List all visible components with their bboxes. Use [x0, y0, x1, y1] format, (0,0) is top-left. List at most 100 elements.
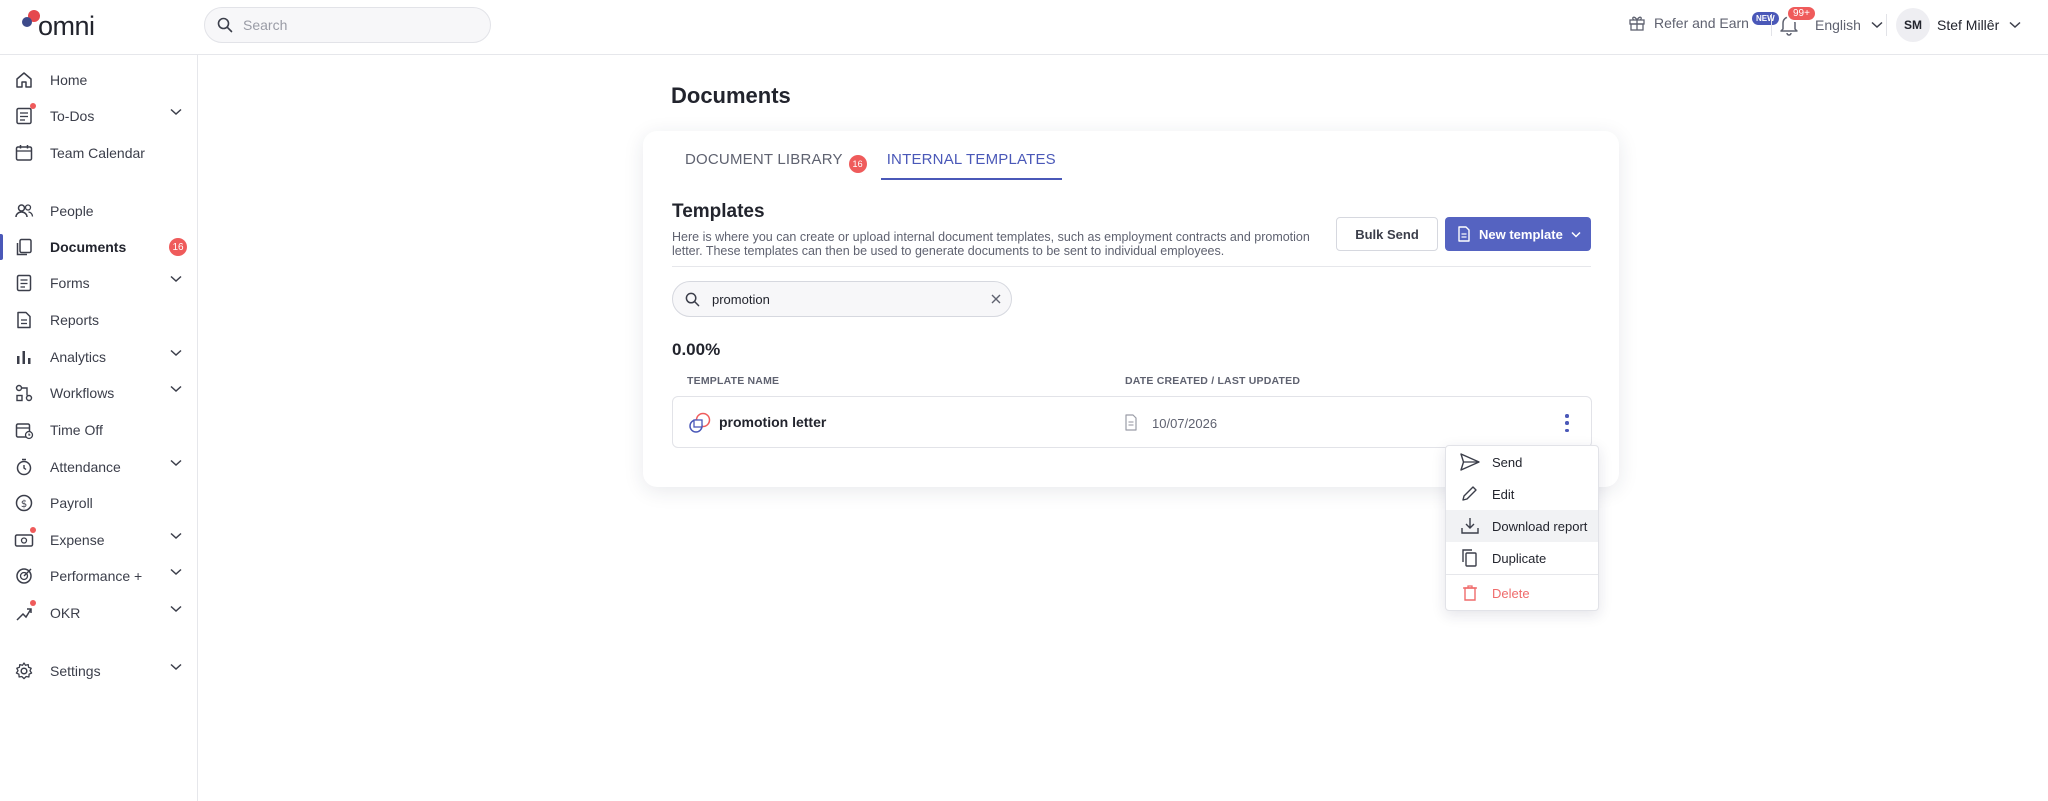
sidebar-item-label: OKR [50, 605, 81, 621]
sidebar-item-documents[interactable]: Documents 16 [0, 232, 197, 262]
logo-text: omni [38, 10, 95, 41]
divider [672, 266, 1591, 267]
chevron-down-icon [1871, 21, 1883, 29]
section-description: Here is where you can create or upload i… [672, 230, 1310, 258]
chevron-down-icon[interactable] [170, 385, 182, 393]
menu-item-edit[interactable]: Edit [1446, 478, 1598, 510]
menu-item-delete[interactable]: Delete [1446, 577, 1598, 609]
sidebar-item-label: Analytics [50, 349, 107, 365]
notification-count-badge: 99+ [1786, 5, 1817, 22]
sidebar-item-team-calendar[interactable]: Team Calendar [0, 138, 197, 168]
sidebar-item-people[interactable]: People [0, 196, 197, 226]
refer-and-earn-link[interactable]: Refer and Earn NEW [1628, 11, 1779, 32]
template-name[interactable]: promotion letter [719, 414, 826, 430]
trash-icon [1463, 585, 1477, 601]
menu-item-duplicate[interactable]: Duplicate [1446, 542, 1598, 574]
pencil-icon [1462, 486, 1477, 501]
menu-item-send[interactable]: Send [1446, 446, 1598, 478]
sidebar-item-label: Reports [50, 312, 100, 328]
chevron-down-icon[interactable] [170, 663, 182, 671]
download-icon [1461, 518, 1479, 534]
sidebar-item-workflows[interactable]: Workflows [0, 378, 197, 408]
workflows-icon [15, 384, 33, 402]
menu-item-label: Download report [1492, 518, 1588, 534]
menu-item-label: Edit [1492, 486, 1515, 502]
tab-label: DOCUMENT LIBRARY [685, 151, 843, 168]
sidebar-item-label: Home [50, 72, 88, 88]
sidebar-item-label: Time Off [50, 422, 103, 438]
tab-document-library[interactable]: DOCUMENT LIBRARY 16 [679, 151, 873, 179]
chevron-down-icon[interactable] [170, 349, 182, 357]
sidebar-item-label: People [50, 203, 94, 219]
bulk-send-button[interactable]: Bulk Send [1336, 217, 1438, 251]
analytics-icon [17, 351, 31, 364]
close-icon[interactable] [991, 294, 1001, 304]
page-title: Documents [671, 83, 791, 108]
chevron-down-icon[interactable] [170, 568, 182, 576]
sidebar-item-okr[interactable]: OKR [0, 598, 197, 628]
refer-label: Refer and Earn [1654, 15, 1749, 31]
sidebar-item-label: To-Dos [50, 108, 95, 124]
stopwatch-icon [16, 458, 32, 476]
new-template-button[interactable]: New template [1445, 217, 1591, 251]
send-icon [1460, 453, 1480, 471]
chevron-down-icon [1571, 231, 1581, 238]
divider [1771, 14, 1772, 36]
gift-icon [1629, 16, 1645, 31]
people-icon [15, 204, 34, 218]
sidebar-item-label: Performance + [50, 568, 143, 584]
global-search[interactable] [204, 7, 491, 43]
sidebar-item-home[interactable]: Home [0, 65, 197, 95]
menu-item-download-report[interactable]: Download report [1446, 510, 1598, 542]
language-select[interactable]: English [1815, 17, 1883, 33]
sidebar-item-label: Workflows [50, 385, 115, 401]
sidebar-item-analytics[interactable]: Analytics [0, 342, 197, 372]
sidebar-item-reports[interactable]: Reports [0, 305, 197, 335]
sidebar-item-forms[interactable]: Forms [0, 268, 197, 298]
top-bar: omni Refer and Earn NEW 99+ English SM S… [0, 0, 2048, 55]
percentage-value: 0.00% [672, 340, 721, 359]
notifications-button[interactable]: 99+ [1779, 5, 1817, 36]
sidebar-item-expense[interactable]: Expense [0, 525, 197, 555]
sidebar-item-label: Documents [50, 239, 127, 255]
svg-text:$: $ [21, 499, 27, 510]
dollar-icon: $ [15, 494, 33, 512]
omni-logo[interactable]: omni [20, 6, 95, 46]
more-options-icon[interactable] [1561, 412, 1573, 434]
chevron-down-icon[interactable] [170, 275, 182, 283]
forms-icon [16, 274, 32, 292]
new-badge: NEW [1751, 11, 1779, 25]
sidebar-item-settings[interactable]: Settings [0, 656, 197, 686]
new-template-label: New template [1479, 226, 1563, 242]
calendar-icon [15, 145, 33, 161]
table-row[interactable]: promotion letter 10/07/2026 [672, 396, 1592, 448]
sidebar-item-attendance[interactable]: Attendance [0, 452, 197, 482]
template-date: 10/07/2026 [1152, 416, 1218, 431]
templates-card: DOCUMENT LIBRARY 16 INTERNAL TEMPLATES T… [643, 131, 1619, 487]
performance-icon [16, 568, 32, 584]
tab-label: INTERNAL TEMPLATES [886, 151, 1056, 168]
sidebar-item-todos[interactable]: To-Dos [0, 101, 197, 131]
template-icon [689, 412, 711, 433]
sidebar-item-label: Forms [50, 275, 90, 291]
sidebar-item-payroll[interactable]: $ Payroll [0, 488, 197, 518]
document-icon [1458, 226, 1470, 242]
okr-icon [14, 600, 36, 623]
chevron-down-icon[interactable] [170, 532, 182, 540]
sidebar-item-performance[interactable]: Performance + [0, 561, 197, 591]
timeoff-icon [15, 423, 34, 440]
user-menu[interactable]: Stef Millêr [1937, 17, 2021, 33]
tab-internal-templates[interactable]: INTERNAL TEMPLATES [880, 151, 1062, 180]
avatar[interactable]: SM [1896, 8, 1930, 42]
sidebar-item-time-off[interactable]: Time Off [0, 415, 197, 445]
search-input[interactable] [243, 17, 463, 33]
copy-icon [1462, 549, 1477, 567]
chevron-down-icon[interactable] [170, 459, 182, 467]
chevron-down-icon[interactable] [170, 605, 182, 613]
template-search[interactable]: promotion [672, 281, 1012, 317]
reports-icon [17, 311, 31, 329]
sidebar-item-label: Expense [50, 532, 105, 548]
template-search-input[interactable]: promotion [712, 292, 991, 307]
chevron-down-icon[interactable] [170, 108, 182, 116]
menu-item-label: Send [1492, 454, 1523, 470]
